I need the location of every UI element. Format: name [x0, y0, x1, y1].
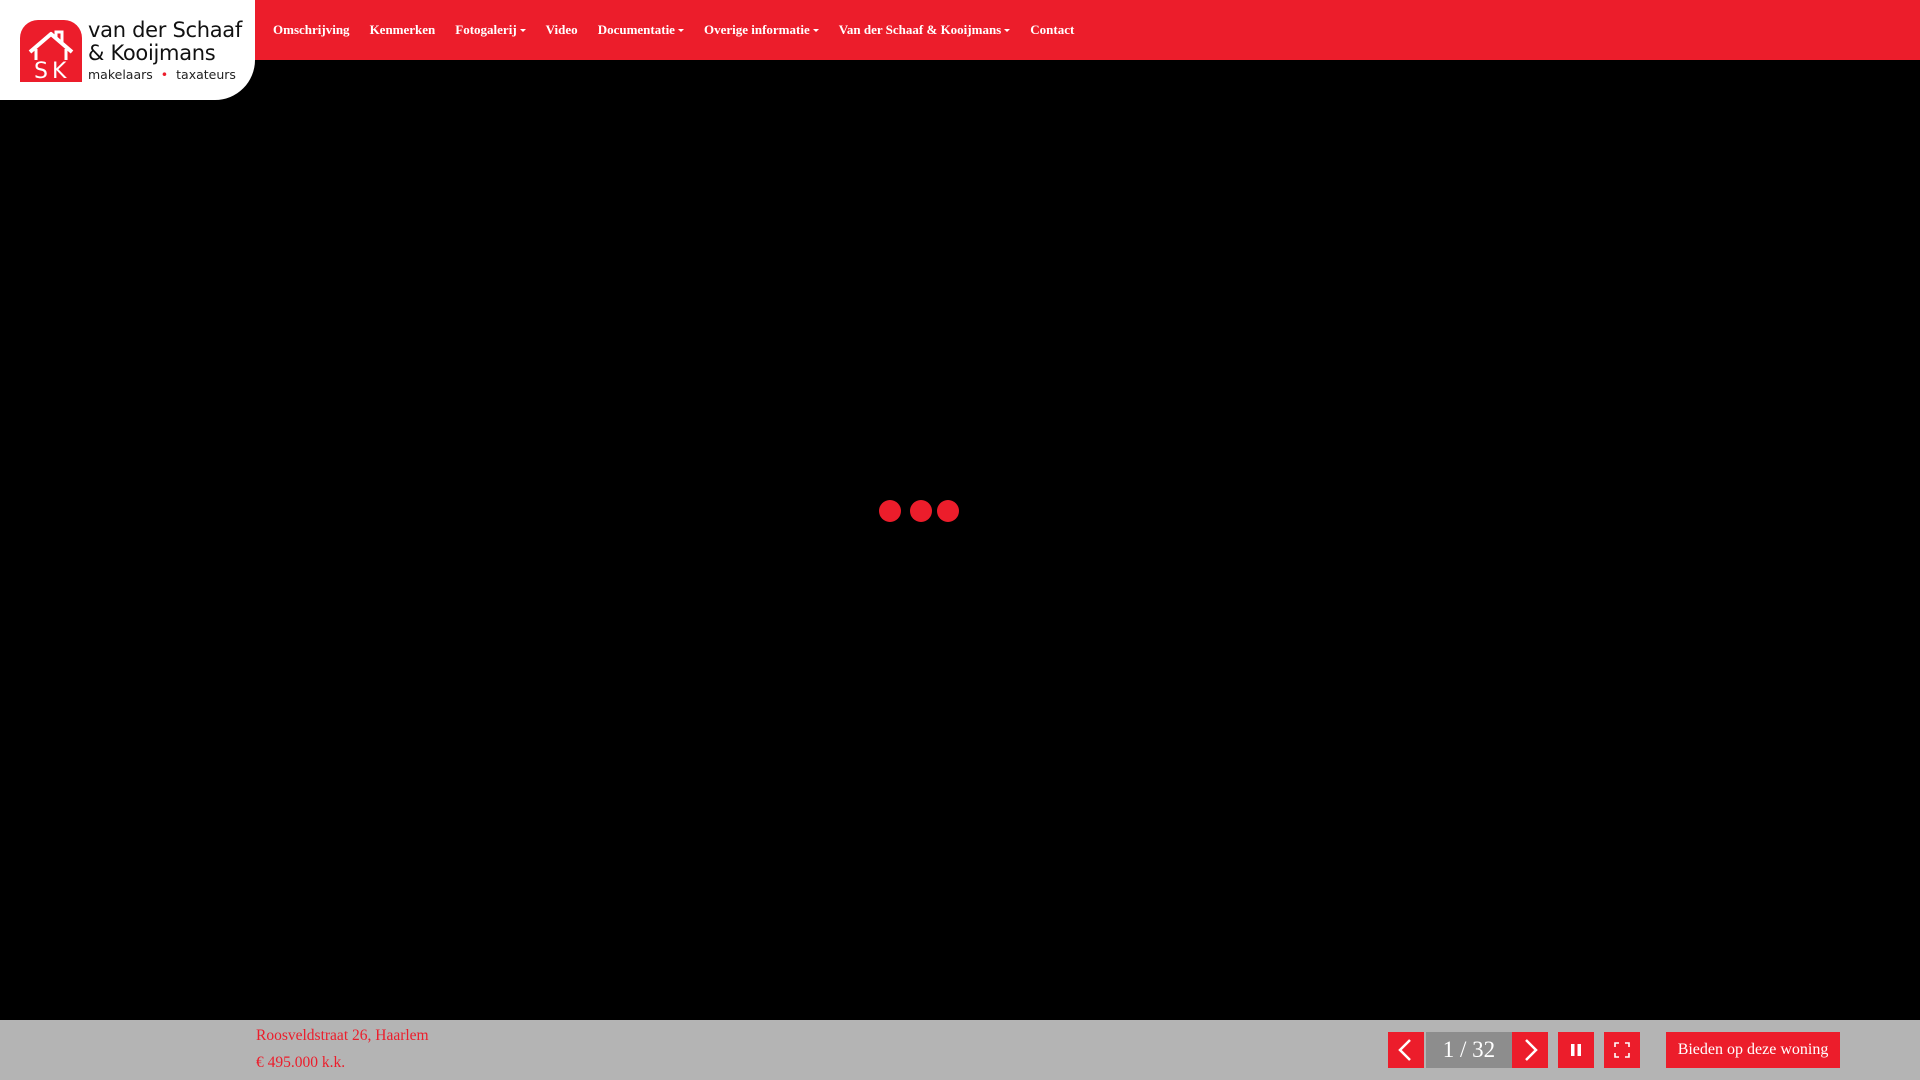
- nav-item-documentatie[interactable]: Documentatie: [588, 22, 694, 38]
- nav-item-omschrijving[interactable]: Omschrijving: [263, 22, 360, 38]
- top-navigation-bar: S K van der Schaaf & Kooijmans makelaars…: [0, 0, 1920, 100]
- loading-indicator: [0, 60, 1920, 1020]
- nav-item-video[interactable]: Video: [536, 22, 588, 38]
- chevron-left-icon: [1398, 1039, 1411, 1061]
- nav-item-contact[interactable]: Contact: [1020, 22, 1084, 38]
- nav-item-label: Documentatie: [597, 22, 675, 37]
- property-price: € 495.000 k.k.: [256, 1054, 346, 1071]
- nav-item-fotogalerij[interactable]: Fotogalerij: [445, 22, 535, 38]
- house-logo-icon: S K: [20, 20, 82, 82]
- next-slide-button[interactable]: [1512, 1032, 1548, 1068]
- property-address: Roosveldstraat 26, Haarlem: [256, 1027, 429, 1044]
- nav-item-label: Fotogalerij: [455, 22, 517, 37]
- main-nav: Omschrijving Kenmerken Fotogalerij Video…: [263, 0, 1084, 60]
- pause-slideshow-button[interactable]: [1558, 1032, 1594, 1068]
- caret-down-icon: [1004, 28, 1011, 32]
- nav-item-kenmerken[interactable]: Kenmerken: [360, 22, 446, 38]
- caret-down-icon: [677, 28, 684, 32]
- svg-text:K: K: [52, 59, 67, 82]
- property-info-bar: Roosveldstraat 26, Haarlem € 495.000 k.k…: [0, 1020, 1920, 1080]
- loading-dot: [937, 500, 959, 522]
- nav-item-overige-informatie[interactable]: Overige informatie: [694, 22, 829, 38]
- brand-tagline: makelaars • taxateurs: [88, 67, 236, 82]
- caret-down-icon: [519, 28, 526, 32]
- bid-on-property-button[interactable]: Bieden op deze woning: [1666, 1032, 1840, 1068]
- nav-item-label: Contact: [1030, 22, 1075, 37]
- svg-text:S: S: [34, 59, 48, 82]
- fullscreen-icon: [1614, 1042, 1630, 1058]
- loading-dot: [879, 500, 901, 522]
- previous-slide-button[interactable]: [1388, 1032, 1424, 1068]
- brand-name-line2: & Kooijmans: [88, 41, 216, 65]
- nav-item-label: Van der Schaaf & Kooijmans: [838, 22, 1002, 37]
- photo-slideshow[interactable]: [0, 60, 1920, 1020]
- loading-dot: [910, 500, 932, 522]
- fullscreen-button[interactable]: [1604, 1032, 1640, 1068]
- tagline-dot: •: [160, 67, 169, 82]
- slide-counter: 1 / 32: [1426, 1032, 1512, 1068]
- nav-item-label: Omschrijving: [273, 22, 350, 37]
- brand-name-line1: van der Schaaf: [88, 18, 242, 42]
- pause-icon: [1571, 1044, 1581, 1056]
- tagline-left: makelaars: [88, 67, 153, 82]
- tagline-right: taxateurs: [176, 67, 236, 82]
- nav-item-van-der-schaaf-kooijmans[interactable]: Van der Schaaf & Kooijmans: [829, 22, 1021, 38]
- nav-item-label: Video: [545, 22, 578, 37]
- nav-item-label: Kenmerken: [369, 22, 436, 37]
- chevron-right-icon: [1525, 1039, 1538, 1061]
- caret-down-icon: [812, 28, 819, 32]
- nav-item-label: Overige informatie: [703, 22, 810, 37]
- brand-logo[interactable]: S K van der Schaaf & Kooijmans makelaars…: [0, 0, 255, 100]
